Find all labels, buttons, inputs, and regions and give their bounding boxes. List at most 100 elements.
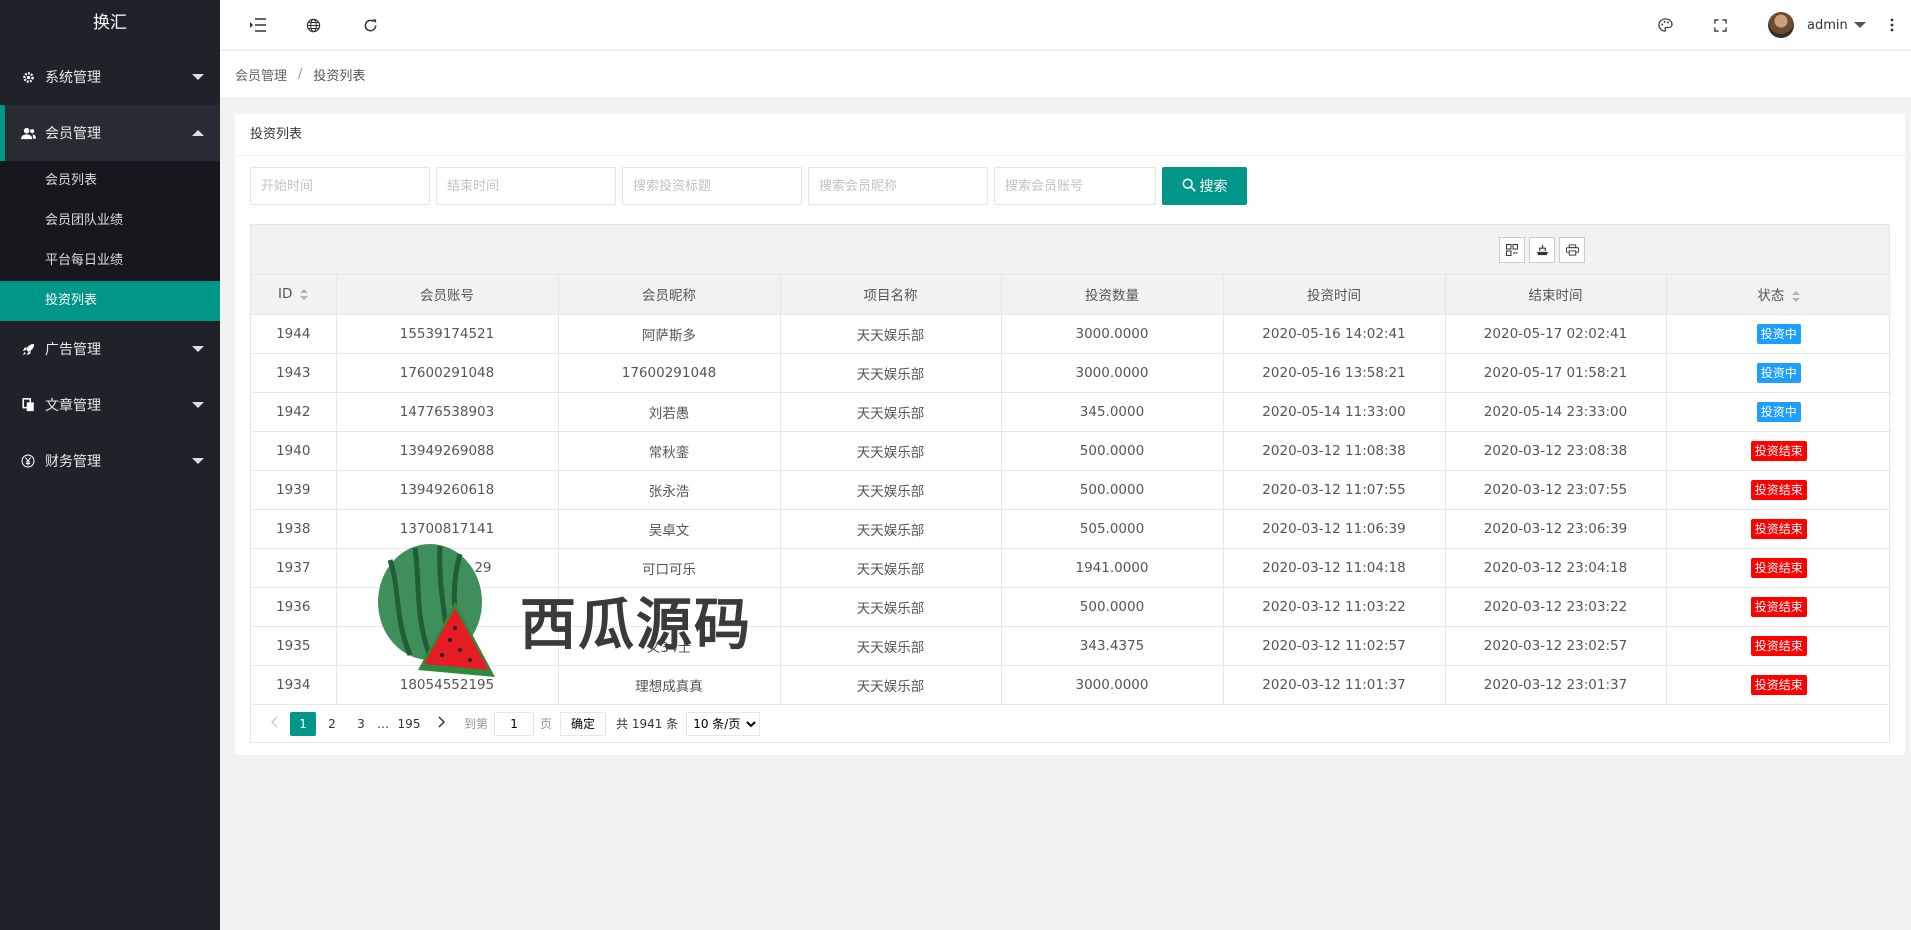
status-badge: 投资中 [1756,323,1801,344]
cell-amount: 345.0000 [1001,392,1224,432]
goto-confirm-button[interactable]: 确定 [560,711,607,736]
cell-end-time: 2020-05-14 23:33:00 [1445,392,1667,432]
cell-amount: 1941.0000 [1001,548,1224,588]
cell-nickname [558,587,781,627]
cell-amount: 3000.0000 [1001,665,1224,704]
sidebar-group-finance[interactable]: 财务管理 [0,433,220,489]
status-badge: 投资结束 [1750,518,1807,539]
goto-label: 到第 [464,717,489,731]
search-button[interactable]: 搜索 [1162,167,1247,205]
column-header-status[interactable]: 状态 [1666,275,1891,315]
cell-start-time: 2020-03-12 11:07:55 [1223,470,1446,510]
breadcrumb-current: 投资列表 [313,69,366,84]
cell-project: 天天娱乐部 [780,587,1002,627]
print-icon[interactable] [1559,237,1585,263]
table-row[interactable]: 1936 天天娱乐部 500.0000 2020-03-12 11:03:22 2020… [251,587,1891,627]
cell-id: 1944 [251,314,337,354]
sidebar-item-team-performance[interactable]: 会员团队业绩 [0,201,220,241]
globe-icon[interactable] [303,15,323,35]
cell-project: 天天娱乐部 [780,665,1002,704]
chevron-down-icon [1853,22,1866,28]
column-header-end-time: 结束时间 [1445,275,1667,315]
cell-account: 13949269088 [336,431,559,471]
avatar [1768,12,1794,38]
table-row[interactable]: 1942 14776538903 刘若愚 天天娱乐部 345.0000 2020-05-1… [251,392,1891,432]
cell-status: 投资结束 [1666,665,1891,704]
table-row[interactable]: 1935 义34士 天天娱乐部 343.4375 2020-03-12 11:02:57… [251,626,1891,666]
cell-amount: 505.0000 [1001,509,1224,549]
search-account-input[interactable] [994,167,1156,205]
cell-amount: 3000.0000 [1001,314,1224,354]
cell-end-time: 2020-03-12 23:06:39 [1445,509,1667,549]
theme-icon[interactable] [1655,15,1675,35]
search-icon [1182,178,1196,195]
table-row[interactable]: 1944 15539174521 阿萨斯多 天天娱乐部 3000.0000 2020-05… [251,314,1891,354]
cell-start-time: 2020-05-16 14:02:41 [1223,314,1446,354]
yen-icon [20,453,36,469]
table-row[interactable]: 1939 13949260618 张永浩 天天娱乐部 500.0000 2020-03-1… [251,470,1891,510]
search-nickname-input[interactable] [808,167,988,205]
export-icon[interactable] [1529,237,1555,263]
search-title-input[interactable] [622,167,802,205]
cell-amount: 500.0000 [1001,470,1224,510]
page-button[interactable]: 2 [319,712,345,736]
user-menu[interactable]: admin [1768,12,1866,38]
cell-start-time: 2020-03-12 11:04:18 [1223,548,1446,588]
table-row[interactable]: 1940 13949269088 常秋銮 天天娱乐部 500.0000 2020-03-1… [251,431,1891,471]
cell-end-time: 2020-03-12 23:02:57 [1445,626,1667,666]
sidebar-item-investment-list[interactable]: 投资列表 [0,281,220,321]
sidebar-group-articles[interactable]: 文章管理 [0,377,220,433]
cell-id: 1936 [251,587,337,627]
cell-id: 1942 [251,392,337,432]
sidebar-item-member-list[interactable]: 会员列表 [0,161,220,201]
column-header-amount: 投资数量 [1001,275,1224,315]
sidebar-group-ads[interactable]: 广告管理 [0,321,220,377]
cell-status: 投资结束 [1666,587,1891,627]
page-button[interactable]: 195 [392,712,426,736]
refresh-icon[interactable] [360,15,380,35]
column-header-project: 项目名称 [780,275,1002,315]
cell-project: 天天娱乐部 [780,626,1002,666]
end-time-input[interactable] [436,167,616,205]
prev-page-button[interactable] [261,712,287,736]
cell-start-time: 2020-05-16 13:58:21 [1223,353,1446,393]
cell-account: 15539174521 [336,314,559,354]
cell-end-time: 2020-03-12 23:04:18 [1445,548,1667,588]
table-row[interactable]: 1937 29 可口可乐 天天娱乐部 1941.0000 2020-03-12 11:04… [251,548,1891,588]
table-header-row: ID 会员账号 会员昵称 项目名称 投资数量 投资时间 结束时间 状态 [251,275,1891,315]
investment-table: ID 会员账号 会员昵称 项目名称 投资数量 投资时间 结束时间 状态 1944… [250,224,1891,743]
cell-nickname: 17600291048 [558,353,781,393]
sidebar-group-members[interactable]: 会员管理 [0,105,220,161]
start-time-input[interactable] [250,167,430,205]
sidebar: 换汇 系统管理 会员管理 会员列表 会员团队业绩 平台每日业绩 投资列表 广告管… [0,0,220,930]
page-button[interactable]: 1 [290,711,316,736]
table-row[interactable]: 1934 18054552195 理想成真真 天天娱乐部 3000.0000 2020-0… [251,665,1891,704]
next-page-button[interactable] [429,712,455,736]
page-button[interactable]: 3 [348,712,374,736]
fullscreen-icon[interactable] [1710,15,1730,35]
table-row[interactable]: 1938 13700817141 吴卓文 天天娱乐部 505.0000 2020-03-1… [251,509,1891,549]
pagination: 1 2 3 … 195 到第 页 确定 共 1941 条 10 条/页 [251,704,1889,742]
documents-icon [20,397,36,413]
cell-status: 投资结束 [1666,509,1891,549]
sidebar-group-system[interactable]: 系统管理 [0,49,220,105]
column-header-id[interactable]: ID [251,275,337,315]
breadcrumb-parent[interactable]: 会员管理 [235,65,287,84]
cell-nickname: 阿萨斯多 [558,314,781,354]
sort-icon[interactable] [1792,290,1801,302]
columns-filter-icon[interactable] [1499,237,1525,263]
menu-fold-icon[interactable] [248,15,268,35]
status-badge: 投资中 [1756,401,1801,422]
sort-icon[interactable] [300,288,309,300]
page-size-select[interactable]: 10 条/页 [686,711,761,736]
gear-icon [20,69,36,85]
cell-start-time: 2020-03-12 11:03:22 [1223,587,1446,627]
cell-status: 投资结束 [1666,626,1891,666]
sidebar-group-label: 会员管理 [45,126,101,142]
more-icon[interactable] [1882,15,1902,35]
cell-end-time: 2020-03-12 23:03:22 [1445,587,1667,627]
sidebar-item-daily-performance[interactable]: 平台每日业绩 [0,241,220,281]
table-row[interactable]: 1943 17600291048 17600291048 天天娱乐部 3000.0000… [251,353,1891,393]
goto-page-input[interactable] [494,711,535,736]
cell-id: 1934 [251,665,337,704]
